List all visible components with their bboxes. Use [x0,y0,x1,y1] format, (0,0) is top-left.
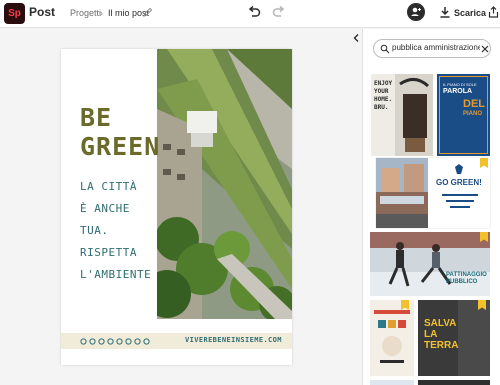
poster-dot [116,338,123,345]
download-button[interactable]: Scarica [454,8,486,18]
poster-dot [143,338,150,345]
collapse-panel-icon[interactable] [352,33,361,43]
search-input[interactable]: pubblica amministrazione [392,43,480,52]
poster-title[interactable]: BE GREEN [80,103,159,161]
crest-icon [455,164,463,174]
poster-url[interactable]: VIVEREBENEINSIEME.COM [185,336,282,344]
download-icon[interactable] [439,6,451,18]
template-card-text: ENJOY YOUR HOME. BRU. [374,80,393,111]
redo-icon[interactable] [272,5,286,19]
app-name: Post [29,5,56,19]
top-bar: Sp Post Progetti › Il mio post Scarica [0,0,500,28]
skating-photo [370,232,490,296]
template-illustration [374,310,410,363]
template-card[interactable]: GO GREEN! [376,158,490,228]
template-card[interactable]: SALVA LA TERRA [418,300,490,376]
template-card-text: PIANO [463,111,483,117]
template-card-text: PAROLA [443,88,473,95]
poster-dot [89,338,96,345]
breadcrumb-separator: › [100,8,103,18]
poster-dot [80,338,87,345]
poster-body-text[interactable]: LA CITTÀ È ANCHE TUA. RISPETTA L'AMBIENT… [80,176,160,286]
template-card-text: PATTINAGGIO PUBBLICO [446,272,487,285]
template-card-text: SALVA LA TERRA [424,318,459,351]
share-icon[interactable] [488,6,499,18]
template-card[interactable] [370,380,414,385]
search-icon [380,44,390,54]
poster-artboard[interactable]: BE GREEN LA CITTÀ È ANCHE TUA. RISPETTA … [61,49,292,365]
template-card[interactable]: PATTINAGGIO PUBBLICO [370,232,490,296]
poster-dot [134,338,141,345]
undo-icon[interactable] [247,5,261,19]
rooftop-garden-photo[interactable] [157,49,292,319]
add-collaborator-button[interactable] [407,3,425,21]
user-plus-icon [411,7,421,16]
pencil-icon[interactable] [143,7,153,17]
template-card-text: DEL [463,98,485,110]
template-search-field[interactable]: pubblica amministrazione [373,39,491,58]
template-divider [446,200,474,202]
poster-dot-row[interactable] [80,338,150,345]
template-card-text: GO GREEN! [436,178,482,187]
poster-dot [107,338,114,345]
template-card[interactable]: ENJOY YOUR HOME. BRU. [371,74,433,156]
template-divider [442,194,478,196]
app-window: Sp Post Progetti › Il mio post Scarica B… [0,0,500,385]
poster-dot [98,338,105,345]
template-divider [450,206,470,208]
template-card[interactable] [370,300,414,376]
app-logo[interactable]: Sp [4,3,25,24]
poster-dot [125,338,132,345]
coffee-photo [395,74,433,156]
template-card[interactable]: IL PIANO DI SOLE PAROLA DEL PIANO [437,74,490,156]
template-card[interactable] [418,380,490,385]
clear-search-icon[interactable] [481,45,489,53]
train-photo [376,158,428,228]
breadcrumb-projects[interactable]: Progetti [70,8,101,18]
template-card-text: IL PIANO DI SOLE [443,82,477,87]
